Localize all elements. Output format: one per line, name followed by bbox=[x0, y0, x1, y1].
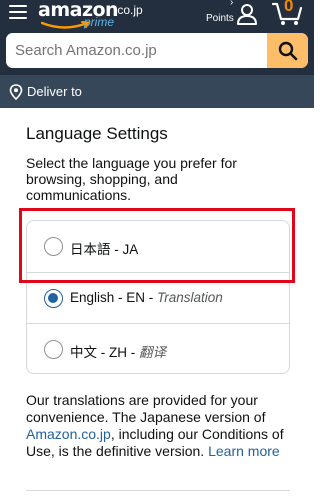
language-option-ja[interactable]: 日本語 - JA bbox=[27, 221, 289, 272]
radio-en[interactable] bbox=[44, 289, 63, 308]
points-button[interactable]: › Points bbox=[206, 0, 236, 28]
points-label: Points bbox=[206, 13, 234, 24]
option-label-zh: 中文 - ZH - 翻译 bbox=[70, 345, 166, 360]
language-option-zh[interactable]: 中文 - ZH - 翻译 bbox=[27, 323, 289, 374]
option-note-en: Translation bbox=[157, 290, 223, 305]
search-button[interactable] bbox=[267, 33, 308, 68]
learn-more-link[interactable]: Learn more bbox=[208, 443, 280, 459]
divider bbox=[26, 490, 290, 491]
top-nav-bar: amazon .co.jp prime › Points 0 bbox=[0, 0, 314, 75]
location-pin-icon bbox=[9, 84, 23, 100]
logo-domain: .co.jp bbox=[114, 3, 143, 17]
radio-zh[interactable] bbox=[44, 340, 63, 359]
deliver-to-label: Deliver to bbox=[27, 84, 82, 99]
page-description: Select the language you prefer for brows… bbox=[26, 155, 237, 203]
translation-notice: Our translations are provided for your c… bbox=[26, 392, 284, 459]
search-input[interactable] bbox=[6, 33, 268, 68]
deliver-to-bar[interactable]: Deliver to bbox=[0, 75, 314, 108]
radio-ja[interactable] bbox=[44, 237, 63, 256]
option-label-ja: 日本語 - JA bbox=[70, 242, 139, 257]
amazon-co-jp-link[interactable]: Amazon.co.jp bbox=[26, 426, 111, 442]
account-icon[interactable] bbox=[236, 3, 258, 25]
prime-label: prime bbox=[84, 15, 115, 29]
search-icon bbox=[278, 41, 297, 60]
cart-button[interactable]: 0 bbox=[271, 0, 304, 26]
points-caret-icon: › bbox=[230, 0, 234, 8]
option-label-en: English - EN - Translation bbox=[70, 290, 223, 305]
language-options: 日本語 - JA English - EN - Translation 中文 -… bbox=[26, 220, 290, 374]
page-title: Language Settings bbox=[26, 124, 168, 143]
search-bar bbox=[6, 33, 308, 68]
hamburger-menu-icon[interactable] bbox=[9, 5, 27, 19]
cart-count: 0 bbox=[284, 0, 294, 15]
language-option-en[interactable]: English - EN - Translation bbox=[27, 272, 289, 323]
option-note-zh: 翻译 bbox=[139, 345, 166, 360]
